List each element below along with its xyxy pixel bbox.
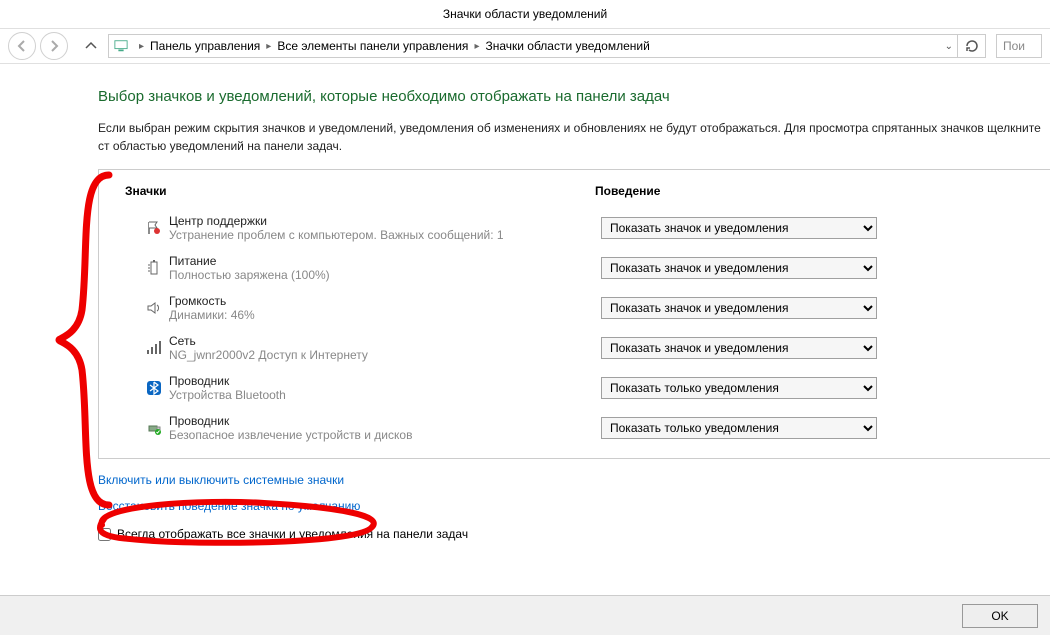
breadcrumb-2[interactable]: Все элементы панели управления <box>277 39 468 53</box>
icon-text: Центр поддержкиУстранение проблем с комп… <box>169 214 601 242</box>
icon-list-panel: Значки Поведение Центр поддержкиУстранен… <box>98 169 1050 459</box>
icon-title: Сеть <box>169 334 601 348</box>
icon-subtitle: Полностью заряжена (100%) <box>169 268 601 282</box>
usb-icon <box>139 420 169 436</box>
behavior-cell: Показать значок и уведомленияПоказать то… <box>601 377 877 399</box>
icon-subtitle: Динамики: 46% <box>169 308 601 322</box>
ok-button[interactable]: OK <box>962 604 1038 628</box>
content-area: Выбор значков и уведомлений, которые нео… <box>0 64 1050 541</box>
behavior-cell: Показать значок и уведомленияПоказать то… <box>601 417 877 439</box>
behavior-select[interactable]: Показать значок и уведомленияПоказать то… <box>601 257 877 279</box>
arrow-left-icon <box>14 38 30 54</box>
behavior-cell: Показать значок и уведомленияПоказать то… <box>601 217 877 239</box>
window-title: Значки области уведомлений <box>443 7 607 21</box>
speaker-icon <box>139 300 169 316</box>
icon-subtitle: NG_jwnr2000v2 Доступ к Интернету <box>169 348 601 362</box>
arrow-up-icon <box>83 38 99 54</box>
forward-button[interactable] <box>40 32 68 60</box>
icon-title: Центр поддержки <box>169 214 601 228</box>
network-icon <box>139 340 169 356</box>
col-header-icons: Значки <box>125 184 595 198</box>
icon-text: ПитаниеПолностью заряжена (100%) <box>169 254 601 282</box>
chevron-right-icon: ▸ <box>474 41 479 52</box>
col-header-behavior: Поведение <box>595 184 1050 198</box>
icon-row: ПроводникБезопасное извлечение устройств… <box>99 408 1050 448</box>
behavior-select[interactable]: Показать значок и уведомленияПоказать то… <box>601 377 877 399</box>
icon-subtitle: Безопасное извлечение устройств и дисков <box>169 428 601 442</box>
behavior-cell: Показать значок и уведомленияПоказать то… <box>601 297 877 319</box>
footer: OK <box>0 595 1050 635</box>
chevron-right-icon: ▸ <box>266 41 271 52</box>
flag-icon <box>139 220 169 236</box>
chevron-right-icon: ▸ <box>139 41 144 52</box>
refresh-button[interactable] <box>958 34 986 58</box>
list-header: Значки Поведение <box>99 180 1050 208</box>
always-show-row: Всегда отображать все значки и уведомлен… <box>98 527 1050 541</box>
icon-title: Питание <box>169 254 601 268</box>
breadcrumb-1[interactable]: Панель управления <box>150 39 260 53</box>
icon-title: Проводник <box>169 374 601 388</box>
search-input[interactable]: Пои <box>996 34 1042 58</box>
back-button[interactable] <box>8 32 36 60</box>
always-show-checkbox[interactable] <box>98 528 111 541</box>
icon-row: ПитаниеПолностью заряжена (100%)Показать… <box>99 248 1050 288</box>
icon-text: СетьNG_jwnr2000v2 Доступ к Интернету <box>169 334 601 362</box>
icon-subtitle: Устройства Bluetooth <box>169 388 601 402</box>
icon-title: Громкость <box>169 294 601 308</box>
link-restore-default[interactable]: Восстановить поведение значка по умолчан… <box>98 499 360 513</box>
icon-text: ПроводникБезопасное извлечение устройств… <box>169 414 601 442</box>
breadcrumb-3[interactable]: Значки области уведомлений <box>485 39 649 53</box>
battery-icon <box>139 260 169 276</box>
address-bar[interactable]: ▸ Панель управления ▸ Все элементы панел… <box>108 34 958 58</box>
link-system-icons[interactable]: Включить или выключить системные значки <box>98 473 344 487</box>
arrow-right-icon <box>46 38 62 54</box>
refresh-icon <box>964 38 980 54</box>
behavior-select[interactable]: Показать значок и уведомленияПоказать то… <box>601 297 877 319</box>
icon-text: ПроводникУстройства Bluetooth <box>169 374 601 402</box>
icon-subtitle: Устранение проблем с компьютером. Важных… <box>169 228 601 242</box>
navigation-row: ▸ Панель управления ▸ Все элементы панел… <box>0 28 1050 64</box>
bluetooth-icon <box>139 380 169 396</box>
addr-dropdown-caret[interactable]: ⌄ <box>945 41 953 52</box>
up-button[interactable] <box>82 38 100 54</box>
search-placeholder: Пои <box>1003 39 1025 53</box>
behavior-select[interactable]: Показать значок и уведомленияПоказать то… <box>601 417 877 439</box>
icon-row: СетьNG_jwnr2000v2 Доступ к ИнтернетуПока… <box>99 328 1050 368</box>
icon-text: ГромкостьДинамики: 46% <box>169 294 601 322</box>
always-show-label: Всегда отображать все значки и уведомлен… <box>117 527 468 541</box>
behavior-select[interactable]: Показать значок и уведомленияПоказать то… <box>601 217 877 239</box>
page-description: Если выбран режим скрытия значков и увед… <box>98 119 1050 155</box>
behavior-cell: Показать значок и уведомленияПоказать то… <box>601 337 877 359</box>
behavior-cell: Показать значок и уведомленияПоказать то… <box>601 257 877 279</box>
monitor-icon <box>113 39 129 53</box>
icon-row: ГромкостьДинамики: 46%Показать значок и … <box>99 288 1050 328</box>
icon-title: Проводник <box>169 414 601 428</box>
titlebar: Значки области уведомлений <box>0 0 1050 28</box>
page-heading: Выбор значков и уведомлений, которые нео… <box>98 88 1050 105</box>
icon-row: ПроводникУстройства BluetoothПоказать зн… <box>99 368 1050 408</box>
behavior-select[interactable]: Показать значок и уведомленияПоказать то… <box>601 337 877 359</box>
icon-row: Центр поддержкиУстранение проблем с комп… <box>99 208 1050 248</box>
